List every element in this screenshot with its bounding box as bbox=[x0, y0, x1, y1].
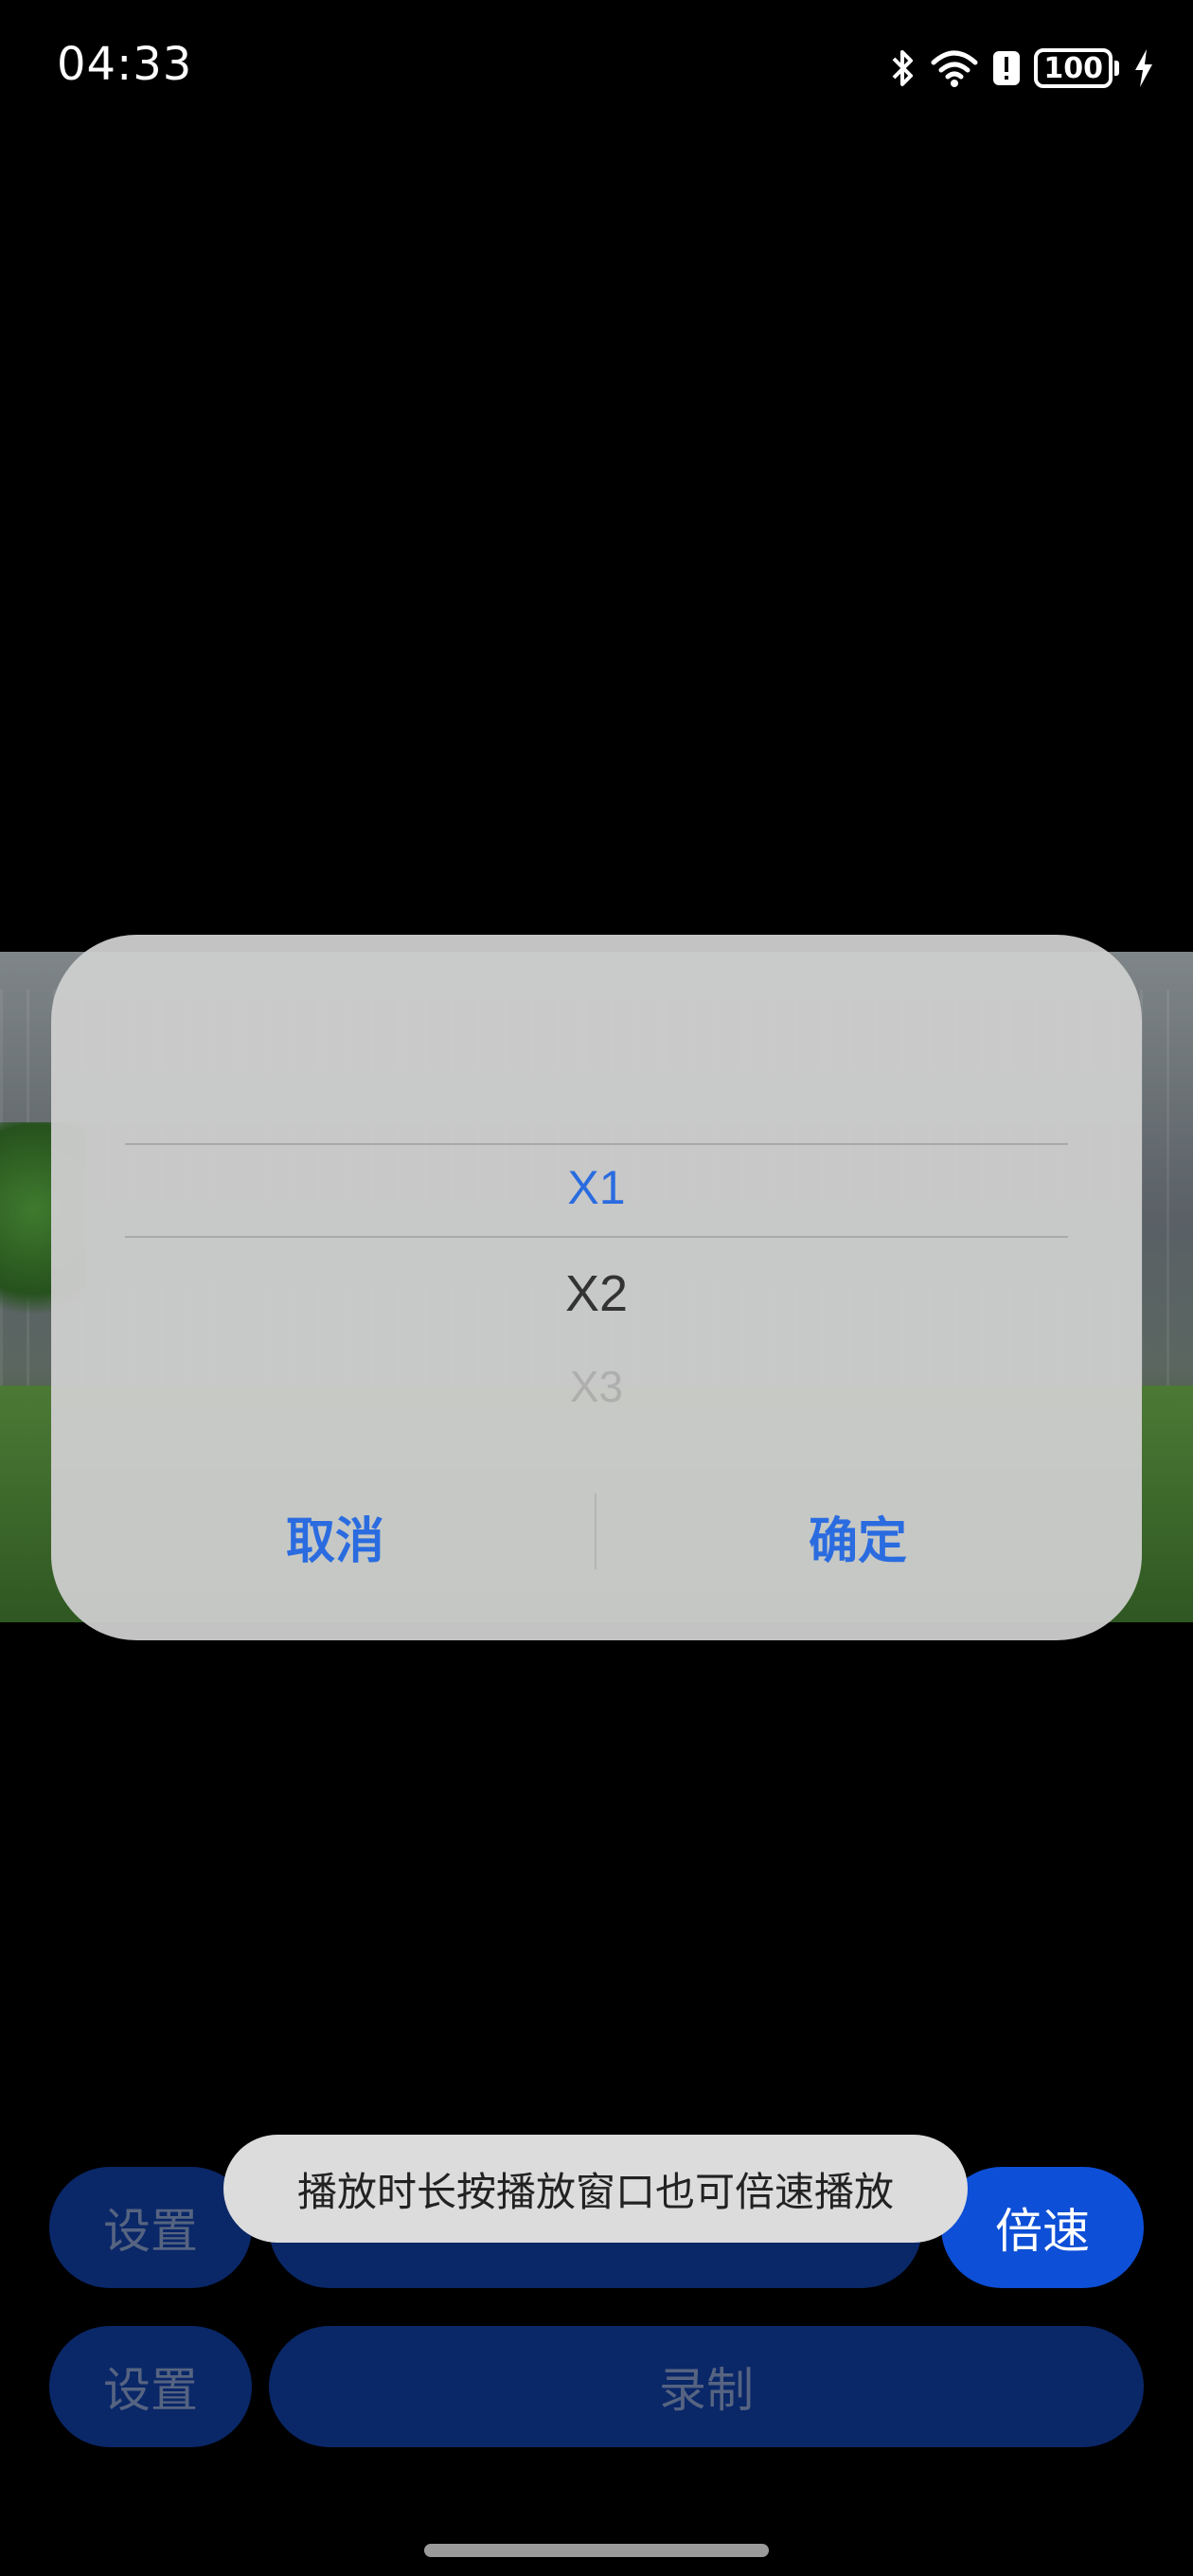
picker-option-selected[interactable]: X1 bbox=[51, 1160, 1142, 1215]
speed-picker-dialog: X1 X2 X3 取消 确定 bbox=[51, 935, 1142, 1640]
alert-icon bbox=[992, 47, 1021, 89]
battery-icon: 100 bbox=[1034, 48, 1119, 88]
toast-message: 播放时长按播放窗口也可倍速播放 bbox=[223, 2135, 968, 2243]
settings-button[interactable]: 设置 bbox=[49, 2167, 252, 2288]
picker-option[interactable]: X3 bbox=[51, 1361, 1142, 1412]
speed-button[interactable]: 倍速 bbox=[941, 2167, 1144, 2288]
picker-bottom-divider bbox=[125, 1236, 1068, 1238]
wifi-icon bbox=[930, 47, 979, 89]
confirm-button[interactable]: 确定 bbox=[593, 1484, 1123, 1588]
dialog-actions: 取消 确定 bbox=[51, 1484, 1142, 1588]
record-button[interactable]: 录制 bbox=[269, 2326, 1144, 2447]
battery-level: 100 bbox=[1034, 48, 1113, 88]
bluetooth-icon bbox=[888, 47, 917, 89]
settings-button-secondary[interactable]: 设置 bbox=[49, 2326, 252, 2447]
status-icons: 100 bbox=[888, 45, 1155, 91]
picker-top-divider bbox=[125, 1143, 1068, 1145]
cancel-button[interactable]: 取消 bbox=[70, 1484, 600, 1588]
status-time: 04:33 bbox=[57, 38, 193, 91]
status-bar: 04:33 100 bbox=[0, 0, 1193, 133]
picker-option[interactable]: X2 bbox=[51, 1264, 1142, 1323]
charging-icon bbox=[1132, 47, 1155, 89]
home-indicator[interactable] bbox=[424, 2544, 769, 2557]
speed-picker-wheel[interactable]: X1 X2 X3 bbox=[51, 935, 1142, 1465]
